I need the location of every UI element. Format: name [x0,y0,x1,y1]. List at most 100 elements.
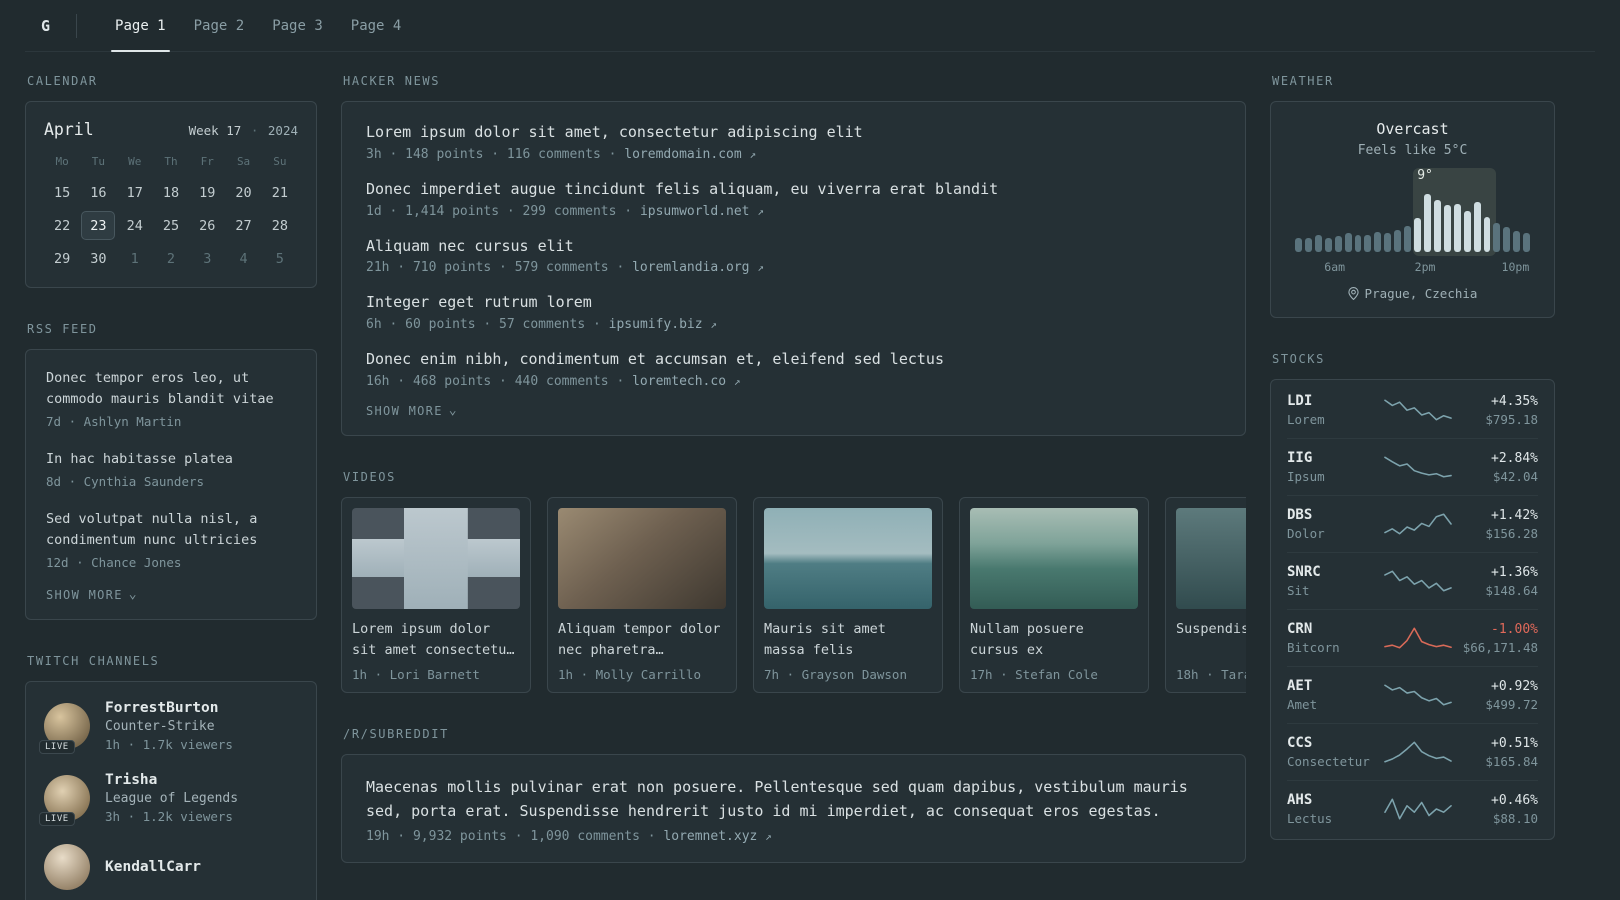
nav-tab-page-3[interactable]: Page 3 [258,0,337,51]
weather-bar [1503,227,1511,252]
reddit-post-meta: 19h · 9,932 points · 1,090 comments · lo… [366,829,1221,844]
video-card[interactable]: Mauris sit amet massa felis 7h · Grayson… [753,496,943,693]
hn-item-title[interactable]: Donec enim nibh, condimentum et accumsan… [366,349,1221,371]
stock-sparkline [1384,798,1452,820]
hn-domain-link[interactable]: loremtech.co [632,374,726,389]
nav-tab-page-4[interactable]: Page 4 [337,0,416,51]
video-title[interactable]: Nullam posuere cursus ex [970,619,1138,661]
stock-symbol: LDI [1287,393,1313,409]
weather-bar [1513,230,1521,252]
weather-bar [1394,229,1402,252]
app-logo: G [41,16,51,35]
subreddit-section-title: /R/SUBREDDIT [343,726,449,741]
stock-name: Lectus [1287,811,1333,826]
hn-item-title[interactable]: Integer eget rutrum lorem [366,292,1221,314]
calendar-day: 24 [126,217,143,234]
hn-item-title[interactable]: Lorem ipsum dolor sit amet, consectetur … [366,122,1221,144]
stock-row[interactable]: SNRC Sit +1.36% $148.64 [1287,552,1538,609]
hn-show-more-button[interactable]: SHOW MORE ⌄ [366,404,458,418]
stock-name: Lorem [1287,412,1325,427]
rss-item-title[interactable]: Donec tempor eros leo, ut commodo mauris… [46,368,296,410]
stock-name: Amet [1287,697,1318,712]
hn-item-meta: 1d · 1,414 points · 299 comments · ipsum… [366,204,1221,219]
reddit-post-title[interactable]: Maecenas mollis pulvinar erat non posuer… [366,775,1221,823]
stock-row[interactable]: CRN Bitcorn -1.00% $66,171.48 [1287,609,1538,666]
video-thumbnail[interactable] [352,507,520,609]
hn-item: Donec enim nibh, condimentum et accumsan… [366,349,1221,389]
calendar-dow: Su [273,155,287,168]
video-title[interactable]: Mauris sit amet massa felis [764,619,932,661]
stock-row[interactable]: IIG Ipsum +2.84% $42.04 [1287,438,1538,495]
stock-sparkline [1384,456,1452,478]
stock-symbol: AET [1287,678,1313,694]
hn-domain-link[interactable]: loremlandia.org [632,260,749,275]
rss-show-more-button[interactable]: SHOW MORE ⌄ [46,588,138,602]
video-card[interactable]: Aliquam tempor dolor nec pharetra… 1h · … [547,496,737,693]
nav-tab-page-2[interactable]: Page 2 [180,0,259,51]
subreddit-card: Maecenas mollis pulvinar erat non posuer… [341,753,1246,863]
calendar-day: 26 [199,217,216,234]
calendar-day: 5 [275,250,284,267]
twitch-channel[interactable]: KendallCarr [44,843,298,890]
rss-item-title[interactable]: In hac habitasse platea [46,449,296,470]
hn-item-title[interactable]: Aliquam nec cursus elit [366,236,1221,258]
stock-name: Ipsum [1287,469,1325,484]
stock-row[interactable]: CCS Consectetur +0.51% $165.84 [1287,723,1538,780]
video-card[interactable]: Nullam posuere cursus ex 17h · Stefan Co… [959,496,1149,693]
video-meta: 17h · Stefan Cole [970,666,1098,682]
video-card[interactable]: Suspendisse diam 18h · Tara [1165,496,1246,693]
avatar-wrap: LIVE [39,774,90,826]
video-thumbnail[interactable] [970,507,1138,609]
calendar-day: 16 [90,184,107,201]
weather-bar [1384,233,1392,252]
chevron-down-icon: ⌄ [128,587,138,603]
video-title[interactable]: Aliquam tempor dolor nec pharetra… [558,619,726,661]
rss-item-title[interactable]: Sed volutpat nulla nisl, a condimentum n… [46,509,296,551]
weather-bar [1473,202,1481,252]
video-title[interactable]: Lorem ipsum dolor sit amet consectetu… [352,619,520,661]
stocks-section-title: STOCKS [1272,352,1325,366]
weather-bar [1354,234,1362,252]
hn-item-title[interactable]: Donec imperdiet augue tincidunt felis al… [366,179,1221,201]
calendar-day: 17 [126,184,143,201]
channel-name[interactable]: ForrestBurton [105,700,233,716]
channel-name[interactable]: KendallCarr [105,859,201,875]
stock-price: $42.04 [1492,468,1538,484]
video-card[interactable]: Lorem ipsum dolor sit amet consectetu… 1… [341,496,531,693]
weather-widget: WEATHER Overcast Feels like 5°C 9° 6am 2… [1270,74,1555,318]
calendar-dow: Mo [55,155,69,168]
video-thumbnail[interactable] [558,507,726,609]
channel-meta: 1h · 1.7k viewers [105,736,233,752]
videos-section-title: VIDEOS [343,469,396,484]
weather-bar [1493,223,1501,252]
twitch-channel[interactable]: LIVE Trisha League of Legends 3h · 1.2k … [39,772,298,826]
calendar-dow: Fr [200,155,214,168]
stock-price: $499.72 [1485,696,1538,712]
stock-row[interactable]: LDI Lorem +4.35% $795.18 [1287,382,1538,438]
weather-bar [1443,204,1451,252]
channel-name[interactable]: Trisha [105,772,238,788]
hn-domain-link[interactable]: ipsumify.biz [609,317,703,332]
stock-row[interactable]: DBS Dolor +1.42% $156.28 [1287,495,1538,552]
stock-change: +0.46% [1491,792,1538,808]
video-title[interactable]: Suspendisse diam [1176,619,1246,661]
reddit-domain-link[interactable]: loremnet.xyz [663,829,757,844]
stock-row[interactable]: AHS Lectus +0.46% $88.10 [1287,780,1538,837]
calendar-day: 1 [130,250,139,267]
stock-sparkline [1384,627,1452,649]
hn-domain-link[interactable]: loremdomain.com [624,147,741,162]
show-more-label: SHOW MORE [366,403,443,418]
calendar-day: 3 [203,250,212,267]
stock-row[interactable]: AET Amet +0.92% $499.72 [1287,666,1538,723]
stock-change: +1.36% [1491,564,1538,580]
video-thumbnail[interactable] [764,507,932,609]
calendar-day: 25 [162,217,180,234]
nav-tab-page-1[interactable]: Page 1 [101,0,180,52]
video-thumbnail[interactable] [1176,507,1246,609]
calendar-dow: We [128,155,142,168]
stock-change: +0.51% [1491,735,1538,751]
twitch-channel[interactable]: LIVE ForrestBurton Counter-Strike 1h · 1… [39,700,298,754]
hn-domain-link[interactable]: ipsumworld.net [640,204,750,219]
stock-name: Consectetur [1287,754,1370,769]
stock-sparkline [1384,513,1452,535]
